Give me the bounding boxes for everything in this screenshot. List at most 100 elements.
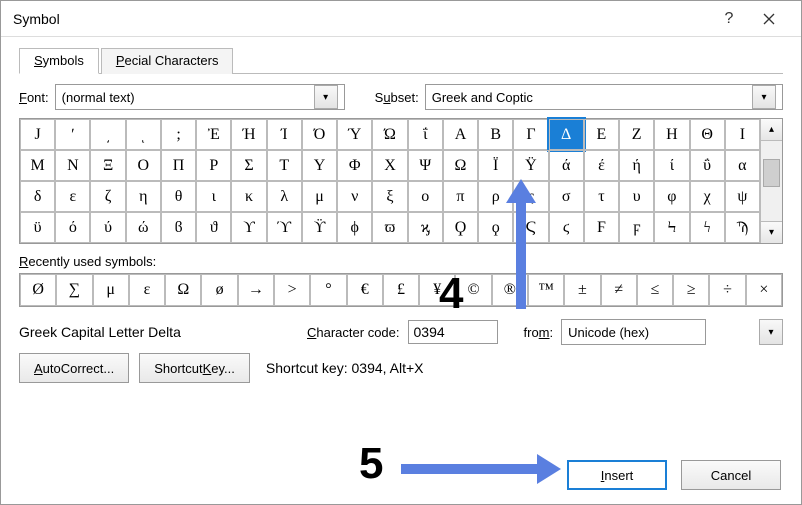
- recent-symbol-cell[interactable]: °: [310, 274, 346, 306]
- symbol-cell[interactable]: ψ: [725, 181, 760, 212]
- symbol-cell[interactable]: Ϊ: [478, 150, 513, 181]
- symbol-cell[interactable]: Ό: [302, 119, 337, 150]
- font-select-dropdown[interactable]: ▾: [314, 85, 338, 109]
- symbol-cell[interactable]: Γ: [513, 119, 548, 150]
- shortcut-key-button[interactable]: Shortcut Key...: [139, 353, 250, 383]
- symbol-cell[interactable]: Π: [161, 150, 196, 181]
- recent-symbol-cell[interactable]: ε: [129, 274, 165, 306]
- symbol-cell[interactable]: ο: [408, 181, 443, 212]
- symbol-cell[interactable]: Ο: [126, 150, 161, 181]
- symbol-cell[interactable]: J: [20, 119, 55, 150]
- from-select-dropdown[interactable]: ▾: [759, 319, 783, 345]
- symbol-cell[interactable]: Ϝ: [584, 212, 619, 243]
- from-select[interactable]: Unicode (hex): [561, 319, 706, 345]
- symbol-cell[interactable]: Δ: [549, 119, 584, 150]
- insert-button[interactable]: Insert: [567, 460, 667, 490]
- symbol-cell[interactable]: μ: [302, 181, 337, 212]
- symbol-cell[interactable]: Ἐ: [196, 119, 231, 150]
- symbol-cell[interactable]: ϔ: [302, 212, 337, 243]
- symbol-cell[interactable]: η: [126, 181, 161, 212]
- symbol-cell[interactable]: χ: [690, 181, 725, 212]
- symbol-cell[interactable]: Α: [443, 119, 478, 150]
- recent-symbol-cell[interactable]: >: [274, 274, 310, 306]
- symbol-cell[interactable]: Ξ: [90, 150, 125, 181]
- symbol-cell[interactable]: δ: [20, 181, 55, 212]
- symbol-cell[interactable]: Ε: [584, 119, 619, 150]
- symbol-cell[interactable]: Ζ: [619, 119, 654, 150]
- tab-special-characters[interactable]: Pecial Characters: [101, 48, 234, 74]
- symbol-cell[interactable]: Μ: [20, 150, 55, 181]
- symbol-cell[interactable]: ϖ: [372, 212, 407, 243]
- recent-symbol-cell[interactable]: ±: [564, 274, 600, 306]
- autocorrect-button[interactable]: AutoCorrect...: [19, 353, 129, 383]
- symbol-cell[interactable]: ϒ: [231, 212, 266, 243]
- recent-symbol-cell[interactable]: ∑: [56, 274, 92, 306]
- symbol-cell[interactable]: Ω: [443, 150, 478, 181]
- recent-symbol-cell[interactable]: Ω: [165, 274, 201, 306]
- recent-symbol-cell[interactable]: ¥: [419, 274, 455, 306]
- recent-symbol-cell[interactable]: ™: [528, 274, 564, 306]
- tab-symbols[interactable]: Symbols: [19, 48, 99, 74]
- symbol-cell[interactable]: ʹ: [55, 119, 90, 150]
- cancel-button[interactable]: Cancel: [681, 460, 781, 490]
- font-select[interactable]: (normal text) ▾: [55, 84, 345, 110]
- help-button[interactable]: ?: [709, 5, 749, 33]
- symbol-cell[interactable]: Ρ: [196, 150, 231, 181]
- symbol-cell[interactable]: ͵: [90, 119, 125, 150]
- symbol-cell[interactable]: ϐ: [161, 212, 196, 243]
- symbol-cell[interactable]: ό: [55, 212, 90, 243]
- symbol-cell[interactable]: α: [725, 150, 760, 181]
- recent-symbol-cell[interactable]: €: [347, 274, 383, 306]
- scroll-down-button[interactable]: ▾: [761, 221, 782, 243]
- symbol-cell[interactable]: υ: [619, 181, 654, 212]
- recent-symbol-cell[interactable]: Ø: [20, 274, 56, 306]
- symbol-cell[interactable]: ϑ: [196, 212, 231, 243]
- symbol-cell[interactable]: Ύ: [337, 119, 372, 150]
- symbol-cell[interactable]: ;: [161, 119, 196, 150]
- symbol-cell[interactable]: ϛ: [549, 212, 584, 243]
- symbol-cell[interactable]: ζ: [90, 181, 125, 212]
- symbol-cell[interactable]: Β: [478, 119, 513, 150]
- subset-select-dropdown[interactable]: ▾: [752, 85, 776, 109]
- close-button[interactable]: [749, 5, 789, 33]
- symbol-cell[interactable]: Ν: [55, 150, 90, 181]
- character-code-input[interactable]: 0394: [408, 320, 498, 344]
- symbol-cell[interactable]: ΐ: [408, 119, 443, 150]
- symbol-cell[interactable]: ύ: [90, 212, 125, 243]
- symbol-cell[interactable]: σ: [549, 181, 584, 212]
- symbol-cell[interactable]: κ: [231, 181, 266, 212]
- symbol-cell[interactable]: τ: [584, 181, 619, 212]
- symbol-cell[interactable]: Ώ: [372, 119, 407, 150]
- symbol-cell[interactable]: Ϋ: [513, 150, 548, 181]
- grid-scrollbar[interactable]: ▴ ▾: [760, 119, 782, 243]
- scroll-thumb[interactable]: [763, 159, 780, 187]
- symbol-grid[interactable]: Jʹ͵ͺ;ἘΉΊΌΎΏΐΑΒΓΔΕΖΗΘΙΜΝΞΟΠΡΣΤΥΦΧΨΩΪΫάέήί…: [20, 119, 760, 243]
- symbol-cell[interactable]: ί: [654, 150, 689, 181]
- symbol-cell[interactable]: ι: [196, 181, 231, 212]
- symbol-cell[interactable]: Χ: [372, 150, 407, 181]
- symbol-cell[interactable]: θ: [161, 181, 196, 212]
- recent-symbol-cell[interactable]: →: [238, 274, 274, 306]
- symbol-cell[interactable]: έ: [584, 150, 619, 181]
- symbol-cell[interactable]: ρ: [478, 181, 513, 212]
- symbol-cell[interactable]: ϟ: [690, 212, 725, 243]
- subset-select[interactable]: Greek and Coptic ▾: [425, 84, 783, 110]
- symbol-cell[interactable]: Ι: [725, 119, 760, 150]
- recent-symbol-cell[interactable]: ø: [201, 274, 237, 306]
- symbol-cell[interactable]: φ: [654, 181, 689, 212]
- symbol-cell[interactable]: ά: [549, 150, 584, 181]
- symbol-cell[interactable]: Φ: [337, 150, 372, 181]
- symbol-cell[interactable]: ν: [337, 181, 372, 212]
- symbol-cell[interactable]: Θ: [690, 119, 725, 150]
- scroll-up-button[interactable]: ▴: [761, 119, 782, 141]
- symbol-cell[interactable]: ξ: [372, 181, 407, 212]
- symbol-cell[interactable]: ΰ: [690, 150, 725, 181]
- symbol-cell[interactable]: ϓ: [267, 212, 302, 243]
- recent-symbol-cell[interactable]: £: [383, 274, 419, 306]
- symbol-cell[interactable]: Τ: [267, 150, 302, 181]
- symbol-cell[interactable]: ϙ: [478, 212, 513, 243]
- symbol-cell[interactable]: ε: [55, 181, 90, 212]
- symbol-cell[interactable]: λ: [267, 181, 302, 212]
- symbol-cell[interactable]: Ή: [231, 119, 266, 150]
- symbol-cell[interactable]: ϕ: [337, 212, 372, 243]
